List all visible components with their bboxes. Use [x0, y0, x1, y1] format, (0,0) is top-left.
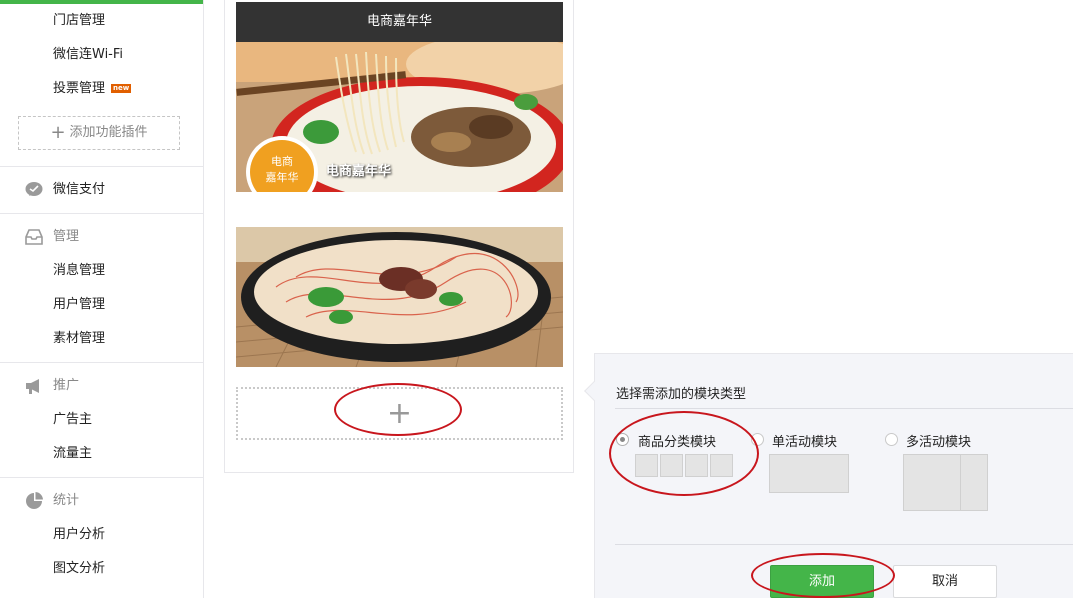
plus-icon: +	[50, 122, 66, 143]
sidebar-item-label: 门店管理	[53, 13, 106, 28]
sidebar-item-label: 微信连Wi-Fi	[53, 47, 124, 62]
sidebar-item-advertiser[interactable]: 广告主	[53, 410, 92, 430]
new-badge: new	[111, 84, 132, 93]
sidebar-item-article-analysis[interactable]: 图文分析	[53, 559, 105, 579]
noodle-bowl-image-1[interactable]: 电商 嘉年华 电商嘉年华	[236, 42, 563, 192]
sidebar-item-label: 用户分析	[53, 527, 106, 542]
thumb-cell	[685, 454, 708, 477]
megaphone-icon	[26, 379, 39, 394]
popover-arrow	[584, 381, 604, 401]
preview-banner-title[interactable]: 电商嘉年华	[236, 2, 563, 42]
sidebar-item-label: 图文分析	[53, 561, 106, 576]
inbox-icon	[25, 229, 43, 245]
section-label: 管理	[53, 229, 80, 244]
sidebar-item-wechat-pay[interactable]: 微信支付	[53, 180, 105, 200]
sidebar-divider	[0, 477, 203, 478]
popover-divider	[615, 408, 1073, 409]
section-label: 统计	[53, 493, 80, 508]
radio-category-module[interactable]	[616, 433, 629, 446]
thumb-cell	[660, 454, 683, 477]
sidebar-item-store-management[interactable]: 门店管理	[53, 11, 105, 31]
option-single-activity-module-label[interactable]: 单活动模块	[772, 431, 837, 450]
sidebar-item-label: 消息管理	[53, 263, 106, 278]
badge-text: 嘉年华	[266, 170, 299, 184]
sidebar-top-accent	[0, 0, 203, 4]
sidebar-item-wechat-wifi[interactable]: 微信连Wi-Fi	[53, 45, 123, 65]
thumb-cell	[960, 454, 988, 511]
option-multi-activity-module-label[interactable]: 多活动模块	[906, 431, 971, 450]
thumb-cell	[635, 454, 658, 477]
noodle-bowl-image-2[interactable]	[236, 227, 563, 367]
sidebar-item-traffic-owner[interactable]: 流量主	[53, 444, 92, 464]
sidebar-section-stats: 统计	[53, 491, 79, 511]
sidebar-item-label: 素材管理	[53, 331, 106, 346]
noodle-bowl-illustration: 电商 嘉年华	[236, 42, 563, 192]
thumb-cell	[710, 454, 733, 477]
option-category-module-label[interactable]: 商品分类模块	[638, 431, 716, 450]
single-activity-thumbnail[interactable]	[769, 454, 849, 493]
sidebar-item-material-management[interactable]: 素材管理	[53, 329, 105, 349]
sidebar-item-label: 流量主	[53, 446, 93, 461]
popover-title: 选择需添加的模块类型	[616, 387, 747, 402]
sidebar-section-promotion: 推广	[53, 376, 79, 396]
popover-divider	[615, 544, 1073, 545]
section-label: 推广	[53, 378, 80, 393]
sidebar-item-vote-management[interactable]: 投票管理 new	[53, 79, 132, 99]
sidebar-divider	[0, 362, 203, 363]
radio-multi-activity-module[interactable]	[885, 433, 898, 446]
plus-icon: +	[386, 396, 413, 431]
radio-single-activity-module[interactable]	[751, 433, 764, 446]
add-plugin-button[interactable]: + 添加功能插件	[18, 116, 180, 150]
sidebar-divider	[0, 166, 203, 167]
sidebar: 门店管理 微信连Wi-Fi 投票管理 new + 添加功能插件 微信支付 管理 消息…	[0, 0, 204, 598]
sidebar-item-label: 微信支付	[53, 182, 106, 197]
sidebar-item-label: 投票管理	[53, 81, 106, 96]
thumb-cell	[903, 454, 961, 511]
wechat-pay-icon	[25, 182, 43, 196]
add-module-popover: 选择需添加的模块类型 商品分类模块 单活动模块 多活动模块 添加 取消	[584, 353, 1073, 598]
cancel-button[interactable]: 取消	[893, 565, 997, 598]
phone-preview-panel: 电商嘉年华 电商 嘉年华 电商嘉年华 +	[224, 0, 574, 473]
add-plugin-label: 添加功能插件	[69, 125, 148, 140]
add-module-button[interactable]: +	[236, 387, 563, 440]
badge-text: 电商	[271, 154, 293, 168]
sidebar-item-label: 广告主	[53, 412, 93, 427]
add-button[interactable]: 添加	[770, 565, 874, 598]
sidebar-divider	[0, 213, 203, 214]
image-caption: 电商嘉年华	[326, 164, 392, 179]
noodle-bowl-illustration	[236, 227, 563, 367]
sidebar-item-user-analysis[interactable]: 用户分析	[53, 525, 105, 545]
sidebar-section-manage: 管理	[53, 227, 79, 247]
sidebar-item-user-management[interactable]: 用户管理	[53, 295, 105, 315]
sidebar-item-label: 用户管理	[53, 297, 106, 312]
sidebar-item-message-management[interactable]: 消息管理	[53, 261, 105, 281]
pie-chart-icon	[26, 492, 43, 509]
